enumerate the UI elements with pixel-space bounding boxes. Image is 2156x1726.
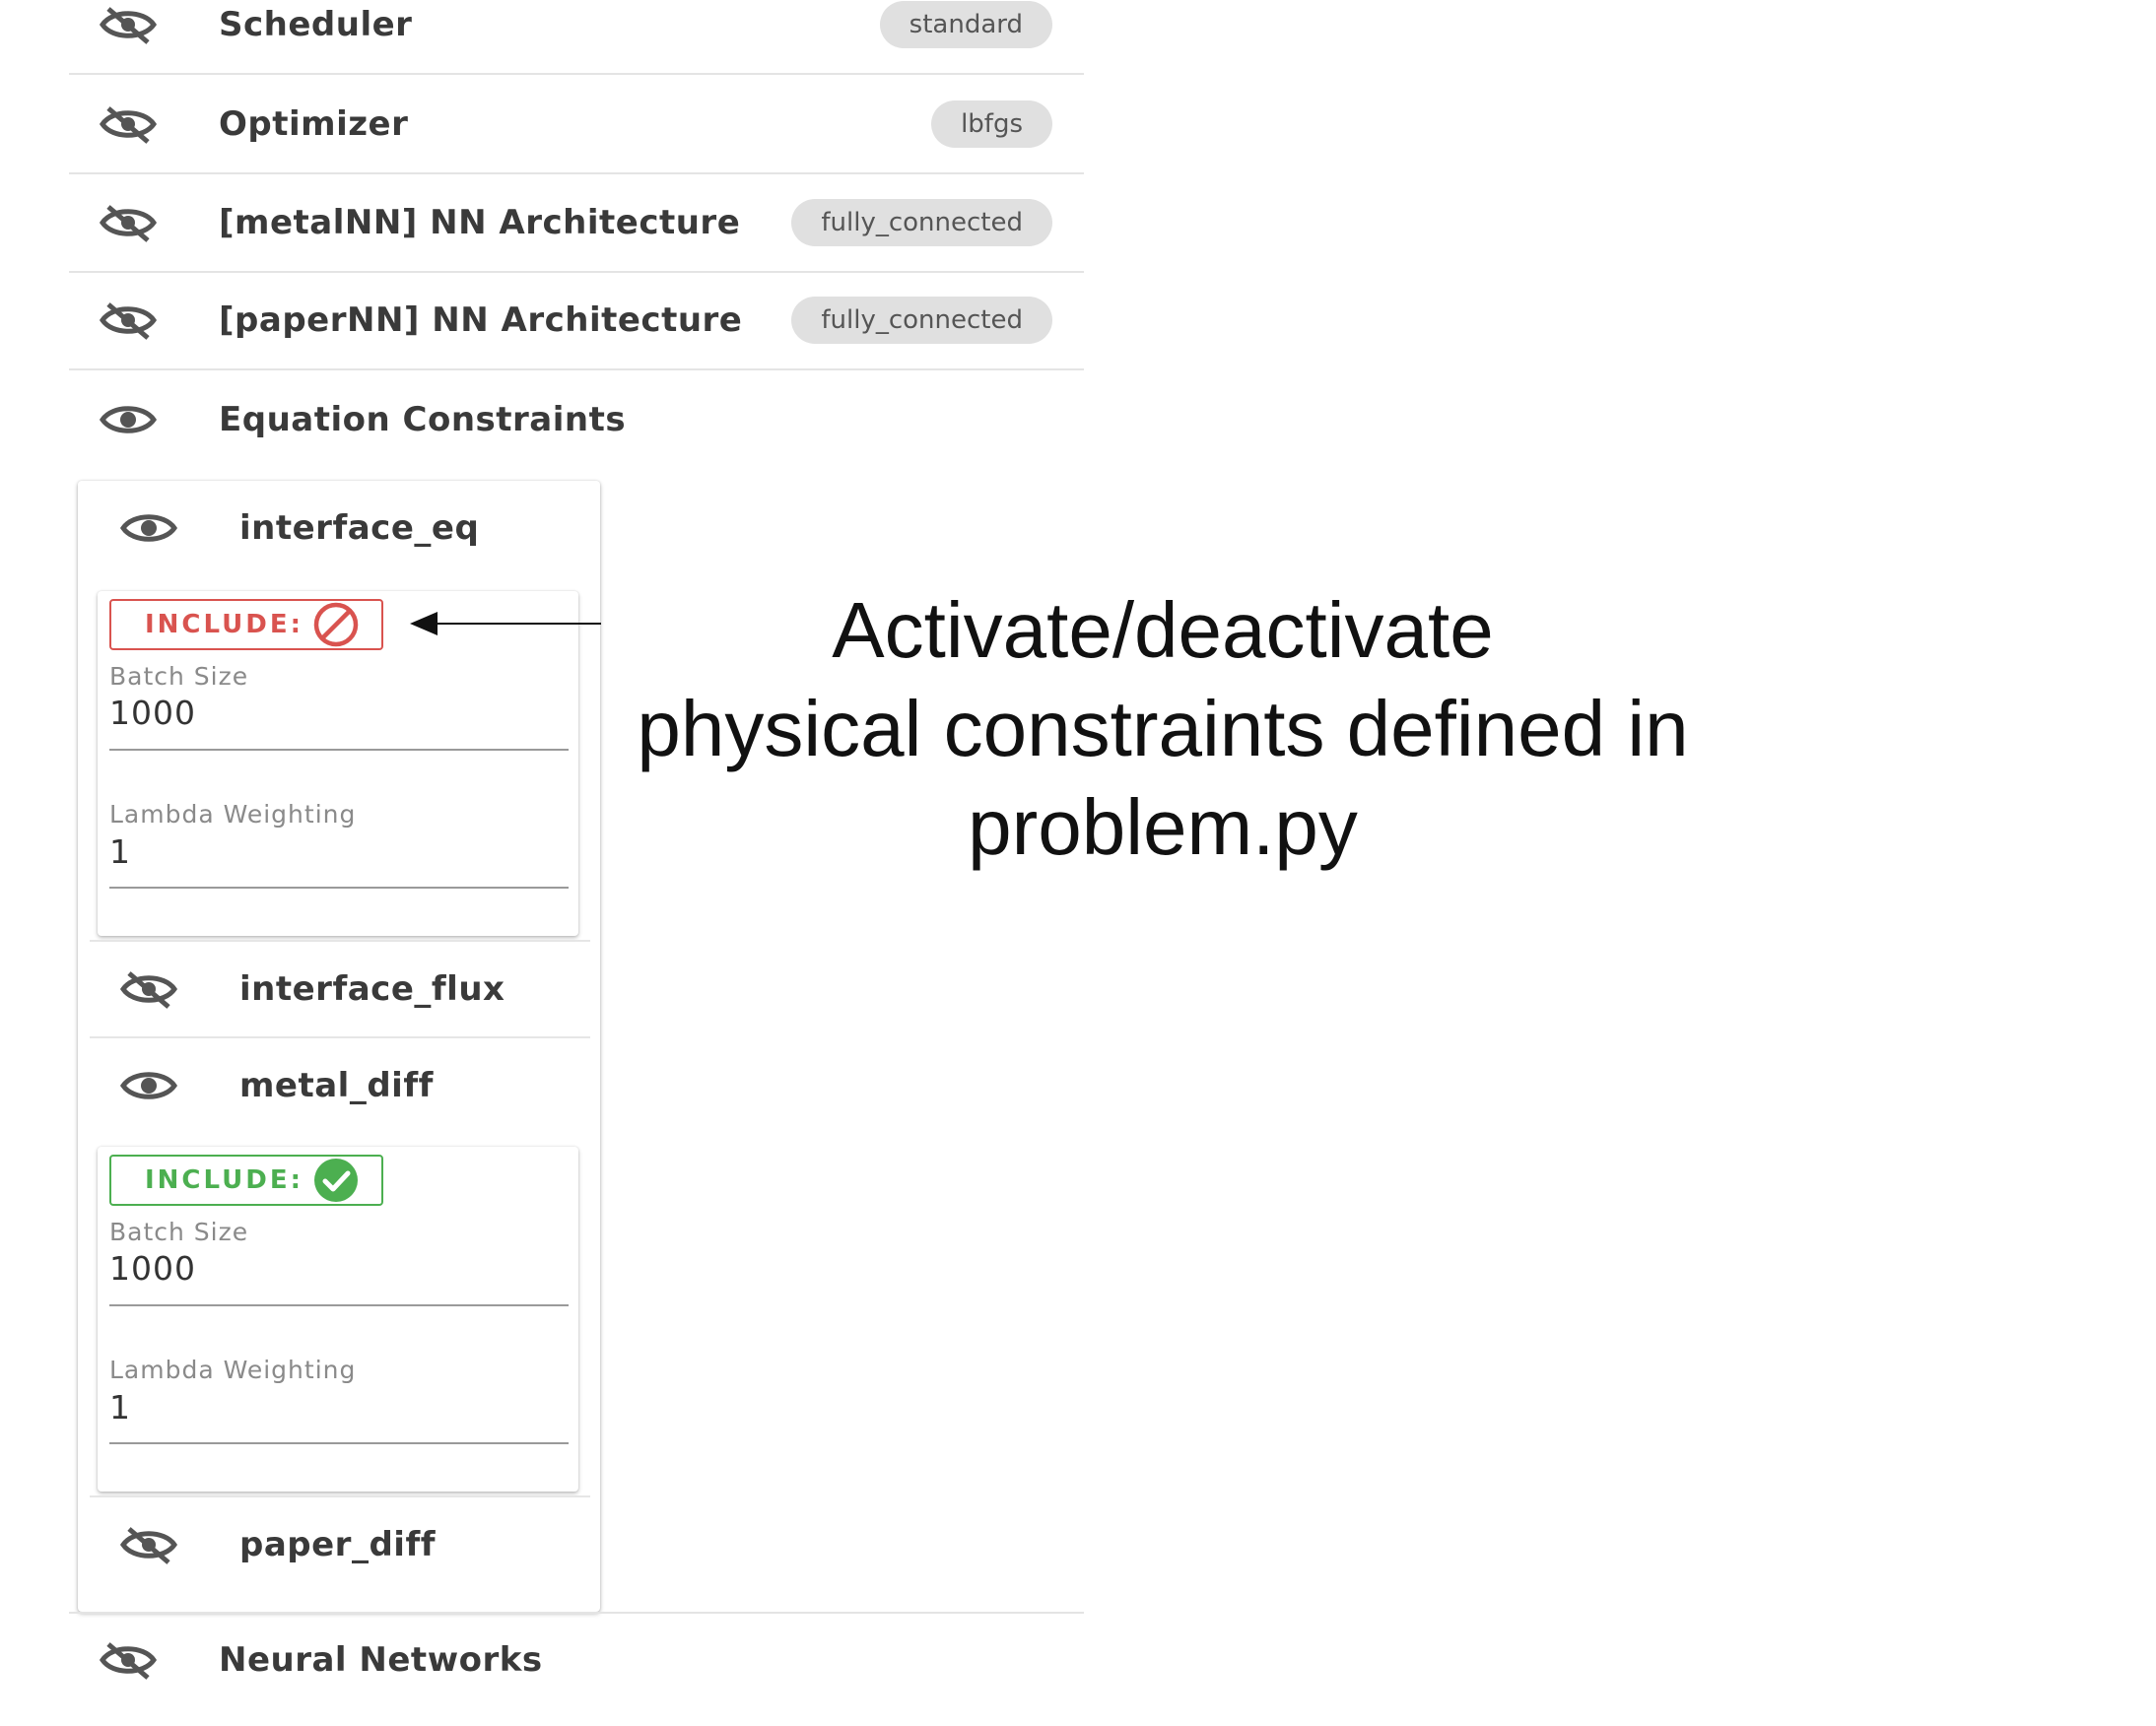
annotation-arrow xyxy=(410,612,601,635)
section-row-papernn-architecture[interactable]: [paperNN] NN Architecture fully_connecte… xyxy=(69,272,1084,370)
block-icon xyxy=(313,602,359,647)
eye-off-icon[interactable] xyxy=(119,1525,178,1564)
section-chip: fully_connected xyxy=(791,297,1052,344)
include-label: INCLUDE: xyxy=(145,1165,304,1195)
annotation-text: Activate/deactivate physical constraints… xyxy=(611,581,1715,877)
section-row-neural-networks[interactable]: Neural Networks xyxy=(69,1612,1084,1706)
lambda-weighting-input[interactable]: 1 xyxy=(109,1388,131,1427)
section-title: [paperNN] NN Architecture xyxy=(219,300,743,340)
constraint-name: interface_eq xyxy=(239,508,480,548)
section-title: Equation Constraints xyxy=(219,400,627,439)
include-toggle[interactable]: INCLUDE: xyxy=(109,1155,383,1206)
equation-constraints-panel: interface_eq INCLUDE: Batch Size 1000 La… xyxy=(78,481,600,1612)
section-row-metalnn-architecture[interactable]: [metalNN] NN Architecture fully_connecte… xyxy=(69,174,1084,273)
constraint-card-interface-eq: INCLUDE: Batch Size 1000 Lambda Weightin… xyxy=(98,591,578,936)
section-chip: standard xyxy=(879,1,1052,48)
eye-icon[interactable] xyxy=(99,400,158,439)
section-title: Optimizer xyxy=(219,104,409,144)
batch-size-underline xyxy=(109,1304,569,1306)
eye-off-icon[interactable] xyxy=(99,5,158,44)
constraint-row-interface-flux[interactable]: interface_flux xyxy=(90,942,590,1036)
batch-size-underline xyxy=(109,749,569,751)
annotation-line: physical constraints defined in xyxy=(637,685,1689,772)
lambda-weighting-input[interactable]: 1 xyxy=(109,832,131,871)
lambda-weighting-label: Lambda Weighting xyxy=(109,800,357,829)
eye-off-icon[interactable] xyxy=(99,1640,158,1680)
include-label: INCLUDE: xyxy=(145,610,304,639)
eye-off-icon[interactable] xyxy=(99,300,158,340)
lambda-weighting-underline xyxy=(109,1442,569,1444)
eye-off-icon[interactable] xyxy=(119,969,178,1009)
include-toggle[interactable]: INCLUDE: xyxy=(109,599,383,650)
batch-size-label: Batch Size xyxy=(109,662,249,691)
section-chip: lbfgs xyxy=(931,100,1052,148)
eye-icon[interactable] xyxy=(119,508,178,548)
constraint-name: interface_flux xyxy=(239,969,505,1009)
constraint-name: metal_diff xyxy=(239,1066,434,1105)
section-row-optimizer[interactable]: Optimizer lbfgs xyxy=(69,76,1084,174)
section-row-equation-constraints[interactable]: Equation Constraints xyxy=(69,370,1084,469)
check-circle-icon xyxy=(314,1159,358,1202)
section-title: [metalNN] NN Architecture xyxy=(219,203,741,242)
section-title: Neural Networks xyxy=(219,1640,543,1680)
eye-off-icon[interactable] xyxy=(99,104,158,144)
constraint-row-interface-eq[interactable]: interface_eq xyxy=(90,481,590,575)
constraint-row-paper-diff[interactable]: paper_diff xyxy=(90,1497,590,1592)
batch-size-input[interactable]: 1000 xyxy=(109,1249,196,1288)
eye-off-icon[interactable] xyxy=(99,203,158,242)
constraint-name: paper_diff xyxy=(239,1525,437,1564)
eye-icon[interactable] xyxy=(119,1066,178,1105)
annotation-line: problem.py xyxy=(968,783,1358,871)
batch-size-label: Batch Size xyxy=(109,1218,249,1246)
annotation-line: Activate/deactivate xyxy=(832,586,1494,674)
lambda-weighting-label: Lambda Weighting xyxy=(109,1356,357,1384)
section-row-scheduler[interactable]: Scheduler standard xyxy=(69,0,1084,75)
section-title: Scheduler xyxy=(219,5,413,44)
batch-size-input[interactable]: 1000 xyxy=(109,694,196,732)
constraint-card-metal-diff: INCLUDE: Batch Size 1000 Lambda Weightin… xyxy=(98,1147,578,1492)
lambda-weighting-underline xyxy=(109,887,569,889)
section-chip: fully_connected xyxy=(791,199,1052,246)
constraint-row-metal-diff[interactable]: metal_diff xyxy=(90,1038,590,1133)
